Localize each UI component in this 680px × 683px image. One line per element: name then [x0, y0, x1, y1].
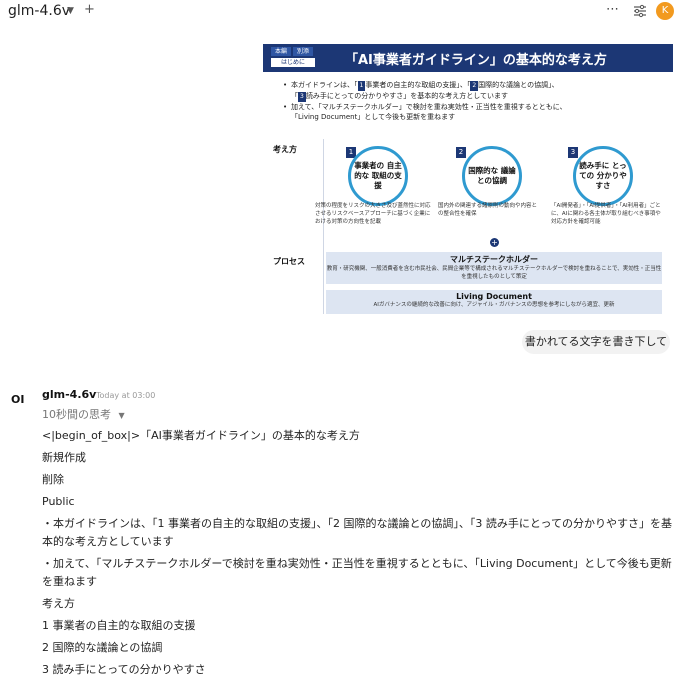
reply-line: ・本ガイドラインは、「1 事業者の自主的な取組の支援」、「2 国際的な議論との協…	[42, 517, 672, 548]
section-divider	[323, 139, 324, 314]
slide-tab-appendix: 別添	[293, 47, 313, 56]
process-box-multistakeholder: マルチステークホルダー 教育・研究機関、一般消費者を含む市民社会、民間企業等で構…	[326, 252, 662, 284]
slide-title: 「AI事業者ガイドライン」の基本的な考え方	[345, 53, 607, 68]
process-desc: 教育・研究機関、一般消費者を含む市民社会、民間企業等で構成されるマルチステークホ…	[326, 266, 662, 280]
process-desc: AIガバナンスの継続的な改善に向け、アジャイル・ガバナンスの思想を参考にしながら…	[373, 302, 615, 308]
reply-line: 考え方	[42, 597, 75, 610]
attached-image[interactable]: 本編 別添 はじめに 「AI事業者ガイドライン」の基本的な考え方 • 本ガイドラ…	[263, 44, 673, 316]
assistant-name: glm-4.6v	[42, 388, 97, 401]
bullet-text: 国際的な議論との協調」、	[478, 81, 559, 89]
slide-header: 本編 別添 はじめに 「AI事業者ガイドライン」の基本的な考え方	[263, 44, 673, 72]
number-badge: 2	[470, 81, 479, 91]
slide-tab-main: 本編	[271, 47, 291, 56]
more-options-icon[interactable]: ⋯	[606, 2, 620, 17]
slide-bullet-2: • 加えて、「マルチステークホルダー」で検討を重ね実効性・正当性を重視するととも…	[283, 103, 567, 121]
concept-desc-3: 「AI開発者」・「AI提供者」・「AI利用者」ごとに、AIに関わる各主体が取り組…	[551, 203, 661, 225]
reply-line: 2 国際的な議論との協調	[42, 641, 163, 654]
slide-bullet-1: • 本ガイドラインは、「 1 事業者の自主的な取組の支援」、「 2 国際的な議論との協調…	[283, 81, 559, 102]
concept-circle-1: 事業者の 自主的な 取組の支援	[348, 146, 408, 206]
reply-line: <|begin_of_box|>「AI事業者ガイドライン」の基本的な考え方	[42, 429, 360, 442]
concept-number-2: 2	[456, 147, 466, 158]
add-model-icon[interactable]: +	[84, 2, 95, 17]
reply-line: ・加えて、「マルチステークホルダーで検討を重ね実効性・正当性を重視するとともに、…	[42, 557, 672, 588]
assistant-avatar: OI	[11, 393, 25, 406]
settings-sliders-icon[interactable]	[633, 4, 647, 18]
concept-desc-2: 国内外の関連する諸原則の動向や内容との整合性を確保	[438, 203, 538, 217]
assistant-message-body: <|begin_of_box|>「AI事業者ガイドライン」の基本的な考え方 新規…	[42, 427, 674, 683]
number-badge: 3	[298, 92, 306, 102]
bullet-text: 事業者の自主的な取組の支援」、「	[365, 81, 471, 89]
user-message-bubble: 書かれてる文字を書き下して	[522, 330, 670, 354]
slide-tab-intro: はじめに	[271, 58, 315, 67]
top-bar: glm-4.6v ▼ + ⋯ K	[0, 0, 680, 24]
bullet-text: 「	[291, 92, 298, 100]
thinking-label: 10秒間の思考	[42, 408, 111, 421]
bullet-text: 本ガイドラインは、「	[291, 81, 358, 89]
reply-line: Public	[42, 495, 75, 508]
reply-line: 削除	[42, 473, 64, 486]
message-timestamp: Today at 03:00	[96, 391, 156, 400]
reply-line: 3 読み手にとっての分かりやすさ	[42, 663, 206, 676]
bullet-text: 読み手にとっての分かりやすさ」を基本的な考え方としています	[305, 92, 509, 100]
concept-circle-2: 国際的な 議論との協調	[462, 146, 522, 206]
user-avatar[interactable]: K	[656, 2, 674, 20]
process-title: Living Document	[456, 292, 532, 301]
thinking-toggle[interactable]: 10秒間の思考 ▼	[42, 406, 125, 422]
concept-circle-3: 読み手に とっての 分かりやすさ	[573, 146, 633, 206]
concept-number-3: 3	[568, 147, 578, 158]
concept-desc-1: 対策の程度をリスクの大きさ及び蓋然性に対応させるリスクベースアプローチに基づく企…	[315, 203, 431, 225]
reply-line: 新規作成	[42, 451, 86, 464]
model-selector[interactable]: glm-4.6v	[8, 3, 70, 19]
reply-line: 1 事業者の自主的な取組の支援	[42, 619, 196, 632]
bullet-text: 「Living Document」として今後も更新を重ねます	[291, 113, 456, 121]
concept-section-label: 考え方	[273, 145, 297, 154]
plus-icon: +	[490, 238, 499, 247]
bullet-text: 加えて、「マルチステークホルダー」で検討を重ね実効性・正当性を重視するとともに、	[291, 103, 567, 111]
chevron-down-icon: ▼	[118, 411, 125, 420]
slide-bullets: • 本ガイドラインは、「 1 事業者の自主的な取組の支援」、「 2 国際的な議論との協調…	[283, 80, 663, 122]
process-title: マルチステークホルダー	[450, 255, 538, 264]
process-section-label: プロセス	[273, 257, 305, 266]
chevron-down-icon[interactable]: ▼	[67, 6, 74, 16]
process-box-living-document: Living Document AIガバナンスの継続的な改善に向け、アジャイル・…	[326, 290, 662, 314]
